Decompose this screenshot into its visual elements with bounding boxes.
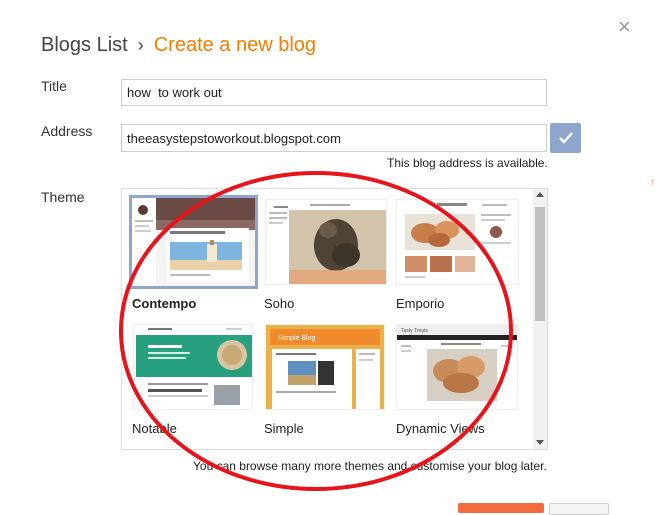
breadcrumb: Blogs List › Create a new blog <box>41 34 316 57</box>
simple-preview-image: Simple Blog <box>266 325 384 409</box>
dynamic-views-preview-title: Tasty Treats <box>401 328 428 334</box>
theme-name-simple[interactable]: Simple <box>264 421 304 436</box>
theme-tile-soho[interactable] <box>265 199 387 285</box>
address-label: Address <box>41 123 93 139</box>
create-blog-dialog: × Blogs List › Create a new blog Title Add… <box>0 0 662 515</box>
background-edge-mark: r <box>651 176 655 188</box>
theme-name-notable[interactable]: Notable <box>132 421 177 436</box>
theme-tile-contempo[interactable] <box>129 195 258 289</box>
notable-preview-image <box>134 325 252 409</box>
theme-hint-text: You can browse many more themes and cust… <box>193 459 547 473</box>
dynamic-views-preview-image: Tasty Treats <box>397 325 517 409</box>
address-check-button[interactable] <box>550 123 581 153</box>
breadcrumb-separator: › <box>137 35 144 55</box>
theme-name-dynamic-views[interactable]: Dynamic Views <box>396 421 485 436</box>
contempo-preview-image <box>132 198 255 286</box>
close-icon[interactable]: × <box>618 14 631 40</box>
theme-tile-notable[interactable] <box>133 324 253 410</box>
page-title: Create a new blog <box>153 34 317 56</box>
theme-label: Theme <box>41 189 85 205</box>
scroll-up-arrow-icon[interactable] <box>536 192 544 197</box>
scroll-down-arrow-icon[interactable] <box>536 440 544 445</box>
create-blog-button[interactable] <box>458 503 544 513</box>
soho-preview-image <box>266 200 386 284</box>
theme-name-emporio[interactable]: Emporio <box>396 296 444 311</box>
emporio-preview-image <box>397 200 518 284</box>
scroll-thumb[interactable] <box>535 207 545 321</box>
title-input[interactable] <box>121 79 547 106</box>
cancel-button[interactable] <box>549 503 609 515</box>
theme-tile-simple[interactable]: Simple Blog <box>265 324 385 410</box>
address-input[interactable] <box>121 124 547 152</box>
theme-name-contempo[interactable]: Contempo <box>132 296 196 311</box>
simple-preview-title: Simple Blog <box>278 335 315 342</box>
theme-name-soho[interactable]: Soho <box>264 296 294 311</box>
theme-tile-dynamic-views[interactable]: Tasty Treats <box>396 324 518 410</box>
theme-tile-emporio[interactable] <box>396 199 519 285</box>
theme-gallery-scrollbar[interactable] <box>533 189 547 449</box>
availability-message: This blog address is available. <box>387 156 548 170</box>
checkmark-icon <box>558 132 573 144</box>
title-label: Title <box>41 78 67 94</box>
breadcrumb-blogs-list[interactable]: Blogs List <box>41 34 128 56</box>
